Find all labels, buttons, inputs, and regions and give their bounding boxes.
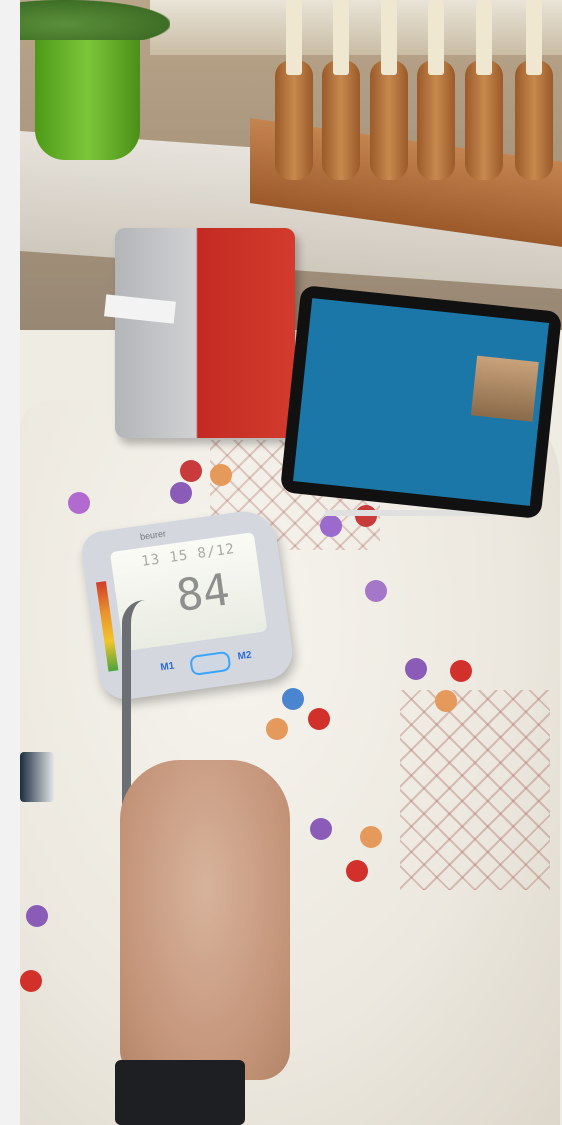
embroidered-flower bbox=[360, 826, 382, 848]
candle bbox=[381, 0, 397, 75]
candle bbox=[428, 0, 444, 75]
hand bbox=[120, 760, 290, 1080]
cross-stitch-pattern bbox=[400, 690, 550, 890]
blood-pressure-monitor: beurer 13 15 8/12 84 M1 M2 bbox=[79, 507, 296, 703]
display-main-value: 84 bbox=[173, 564, 233, 623]
embroidered-flower bbox=[320, 515, 342, 537]
plant-leaves bbox=[20, 0, 170, 40]
candle-holder bbox=[322, 60, 360, 180]
tablet-screen bbox=[293, 298, 549, 506]
embroidered-flower bbox=[68, 492, 90, 514]
video-call-thumbnail bbox=[470, 355, 539, 422]
photo-scene: beurer 13 15 8/12 84 M1 M2 bbox=[20, 0, 562, 1125]
candle bbox=[333, 0, 349, 75]
start-button bbox=[189, 650, 232, 677]
embroidered-flower bbox=[266, 718, 288, 740]
candle-holder bbox=[515, 60, 553, 180]
wristband bbox=[115, 1060, 245, 1125]
printer bbox=[115, 228, 295, 438]
embroidered-flower bbox=[310, 818, 332, 840]
embroidered-flower bbox=[450, 660, 472, 682]
candle-holder bbox=[465, 60, 503, 180]
embroidered-flower bbox=[435, 690, 457, 712]
plant-pot bbox=[35, 25, 140, 160]
embroidered-flower bbox=[405, 658, 427, 680]
embroidered-flower bbox=[308, 708, 330, 730]
candle bbox=[286, 0, 302, 75]
embroidered-flower bbox=[20, 970, 42, 992]
candle bbox=[526, 0, 542, 75]
embroidered-flower bbox=[170, 482, 192, 504]
embroidered-flower bbox=[282, 688, 304, 710]
memory-button-1: M1 bbox=[159, 660, 176, 674]
candle bbox=[476, 0, 492, 75]
monitor-brand: beurer bbox=[139, 528, 167, 542]
pulse-oximeter bbox=[20, 752, 54, 802]
candle-holder bbox=[417, 60, 455, 180]
embroidered-flower bbox=[210, 464, 232, 486]
memory-button-2: M2 bbox=[236, 649, 253, 663]
window bbox=[150, 0, 562, 55]
candle-holder bbox=[370, 60, 408, 180]
embroidered-flower bbox=[26, 905, 48, 927]
embroidered-flower bbox=[180, 460, 202, 482]
embroidered-flower bbox=[346, 860, 368, 882]
tablet bbox=[279, 284, 562, 520]
candle-holder bbox=[275, 60, 313, 180]
embroidered-flower bbox=[365, 580, 387, 602]
